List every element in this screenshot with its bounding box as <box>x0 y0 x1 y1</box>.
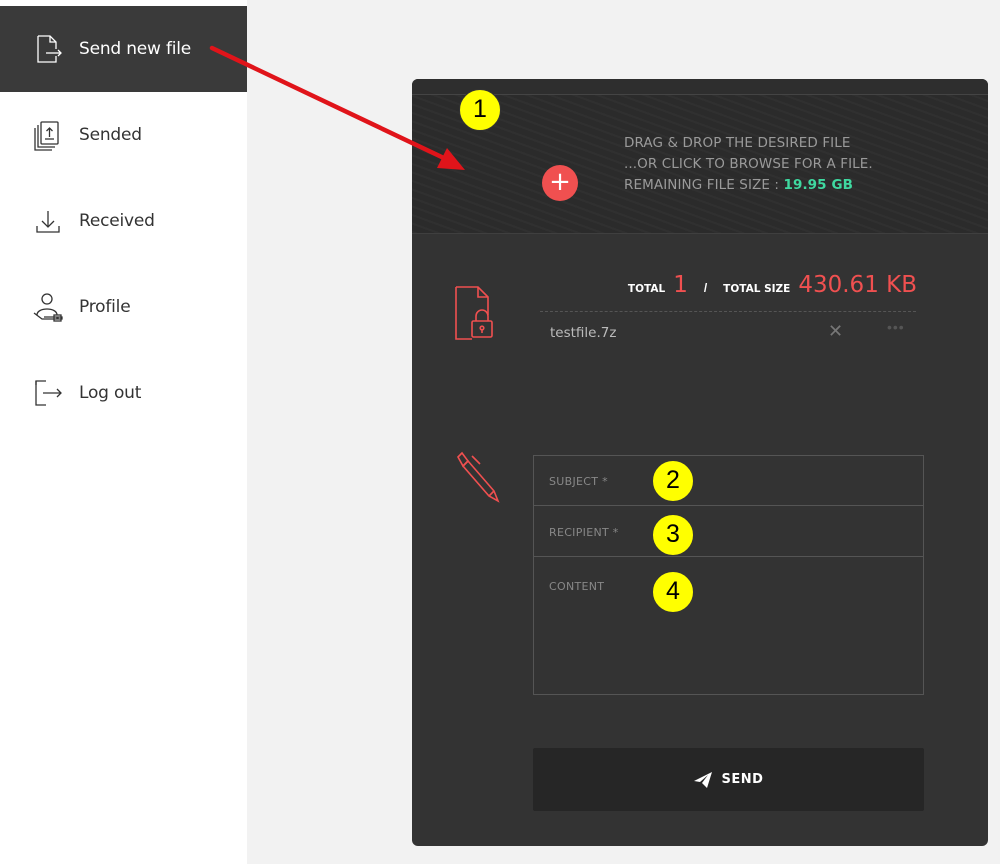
close-icon[interactable]: ✕ <box>828 321 843 342</box>
recipient-field[interactable]: RECIPIENT * <box>534 506 923 557</box>
annotation-marker-1: 1 <box>459 89 501 131</box>
send-file-panel: + DRAG & DROP THE DESIRED FILE ...OR CLI… <box>412 79 988 846</box>
sidebar-item-label: Send new file <box>79 39 192 59</box>
list-item: testfile.7z ✕ ••• <box>540 319 916 347</box>
subject-placeholder: SUBJECT * <box>549 475 608 488</box>
annotation-marker-3: 3 <box>652 514 694 556</box>
sidebar-item-received[interactable]: Received <box>0 178 247 264</box>
file-totals: TOTAL 1 / TOTAL SIZE 430.61 KB <box>628 272 917 298</box>
sidebar-item-label: Received <box>79 211 155 231</box>
sidebar-item-sended[interactable]: Sended <box>0 92 247 178</box>
send-label: SEND <box>721 772 764 787</box>
totals-separator: / <box>703 281 708 295</box>
sidebar-item-profile[interactable]: Profile <box>0 264 247 350</box>
profile-icon <box>33 293 63 322</box>
logout-icon <box>35 380 62 406</box>
content-placeholder: CONTENT <box>549 580 605 593</box>
sidebar-item-label: Log out <box>79 383 142 403</box>
download-icon <box>36 211 60 233</box>
sidebar-item-logout[interactable]: Log out <box>0 350 247 436</box>
annotation-marker-2: 2 <box>652 460 694 502</box>
remaining-size: REMAINING FILE SIZE : 19.95 GB <box>624 177 853 193</box>
total-label: TOTAL <box>627 283 666 295</box>
sidebar-item-label: Profile <box>79 297 131 317</box>
message-form: SUBJECT * RECIPIENT * CONTENT <box>533 455 924 695</box>
total-size-label: TOTAL SIZE <box>723 283 791 295</box>
remaining-size-value: 19.95 GB <box>783 177 854 193</box>
add-file-button[interactable]: + <box>542 165 578 201</box>
sidebar: Send new file Sended Received Profile Lo… <box>0 0 247 864</box>
total-size-value: 430.61 KB <box>798 272 917 298</box>
subject-field[interactable]: SUBJECT * <box>534 456 923 506</box>
locked-file-icon <box>455 286 493 340</box>
file-name: testfile.7z <box>550 325 617 341</box>
annotation-marker-4: 4 <box>652 571 694 613</box>
sidebar-item-label: Sended <box>79 125 142 145</box>
dropzone-browse-hint: ...OR CLICK TO BROWSE FOR A FILE. <box>624 156 873 172</box>
recipient-placeholder: RECIPIENT * <box>549 526 619 539</box>
content-field[interactable]: CONTENT <box>534 557 923 694</box>
sidebar-item-send-new-file[interactable]: Send new file <box>0 6 247 92</box>
dropzone-instruction: DRAG & DROP THE DESIRED FILE <box>624 135 851 151</box>
remaining-size-label: REMAINING FILE SIZE : <box>624 177 784 193</box>
pen-icon <box>457 451 500 503</box>
send-button[interactable]: SEND <box>533 748 924 811</box>
send-file-icon <box>37 35 62 63</box>
file-list-divider <box>540 311 916 312</box>
sended-files-icon <box>34 121 59 151</box>
panel-header-strip <box>412 79 988 95</box>
paper-plane-icon <box>693 771 712 788</box>
more-options-icon[interactable]: ••• <box>887 319 905 335</box>
total-count: 1 <box>673 272 688 298</box>
